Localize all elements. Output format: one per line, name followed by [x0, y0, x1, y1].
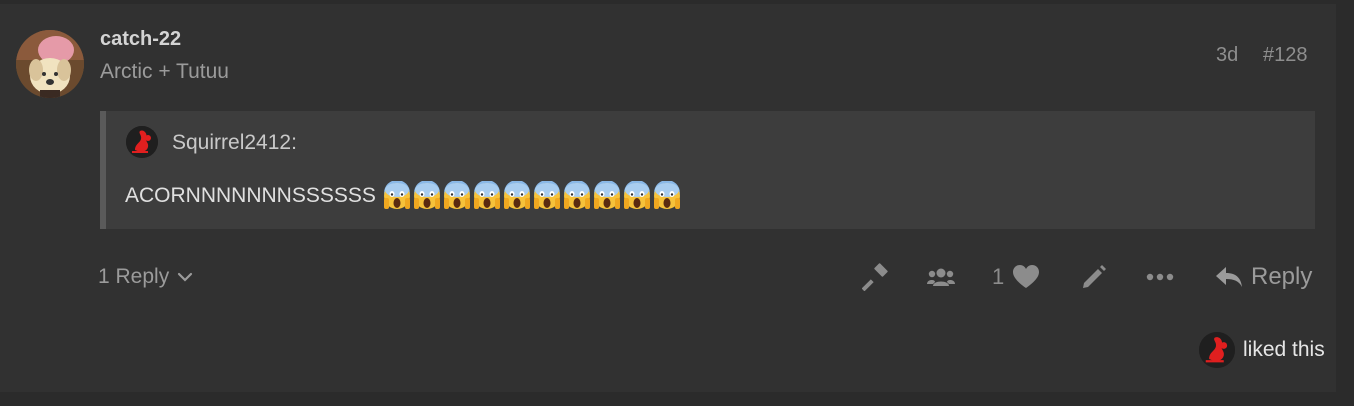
edit-button[interactable]: [1080, 260, 1108, 294]
quote-text-content: ACORNNNNNNNSSSSSS: [125, 184, 376, 207]
post-actions: 1 Reply: [0, 260, 1336, 294]
quote-block: Squirrel2412: ACORNNNNNNNSSSSSS: [100, 111, 1315, 229]
scream-emoji-icon: [383, 181, 410, 209]
scream-emoji-icon: [413, 181, 440, 209]
quote-text: ACORNNNNNNNSSSSSS: [125, 181, 682, 211]
scream-emoji-icon: [593, 181, 620, 209]
reply-label: Reply: [1251, 263, 1313, 290]
emoji-row: [382, 181, 682, 211]
hammer-icon: [862, 263, 888, 291]
author-title: Arctic + Tutuu: [100, 60, 229, 83]
reply-button[interactable]: Reply: [1215, 260, 1312, 294]
author-name[interactable]: catch-22: [100, 28, 181, 51]
liker-avatar[interactable]: [1199, 332, 1235, 368]
like-count: 1: [992, 264, 1005, 289]
group-button[interactable]: [926, 260, 956, 294]
pencil-icon: [1083, 265, 1106, 288]
scream-emoji-icon: [503, 181, 530, 209]
quote-username[interactable]: Squirrel2412:: [172, 131, 297, 155]
liked-by-text: liked this: [1243, 338, 1325, 361]
heart-icon: [1013, 265, 1040, 288]
scream-emoji-icon: [533, 181, 560, 209]
scream-emoji-icon: [473, 181, 500, 209]
ellipsis-icon: [1146, 273, 1174, 281]
admin-button[interactable]: [862, 260, 890, 294]
scream-emoji-icon: [443, 181, 470, 209]
reply-arrow-icon: [1216, 267, 1242, 287]
scream-emoji-icon: [623, 181, 650, 209]
squirrel-avatar[interactable]: [126, 126, 158, 158]
post-number[interactable]: #128: [1263, 44, 1308, 67]
post-date[interactable]: 3d: [1216, 44, 1238, 67]
more-button[interactable]: [1146, 260, 1174, 294]
post: catch-22 Arctic + Tutuu 3d #128 Squirrel…: [0, 4, 1336, 392]
like-button[interactable]: 1: [992, 260, 1040, 294]
scream-emoji-icon: [653, 181, 680, 209]
users-icon: [927, 268, 955, 286]
liked-by: liked this: [1199, 332, 1325, 368]
scream-emoji-icon: [563, 181, 590, 209]
author-avatar[interactable]: [16, 30, 84, 98]
